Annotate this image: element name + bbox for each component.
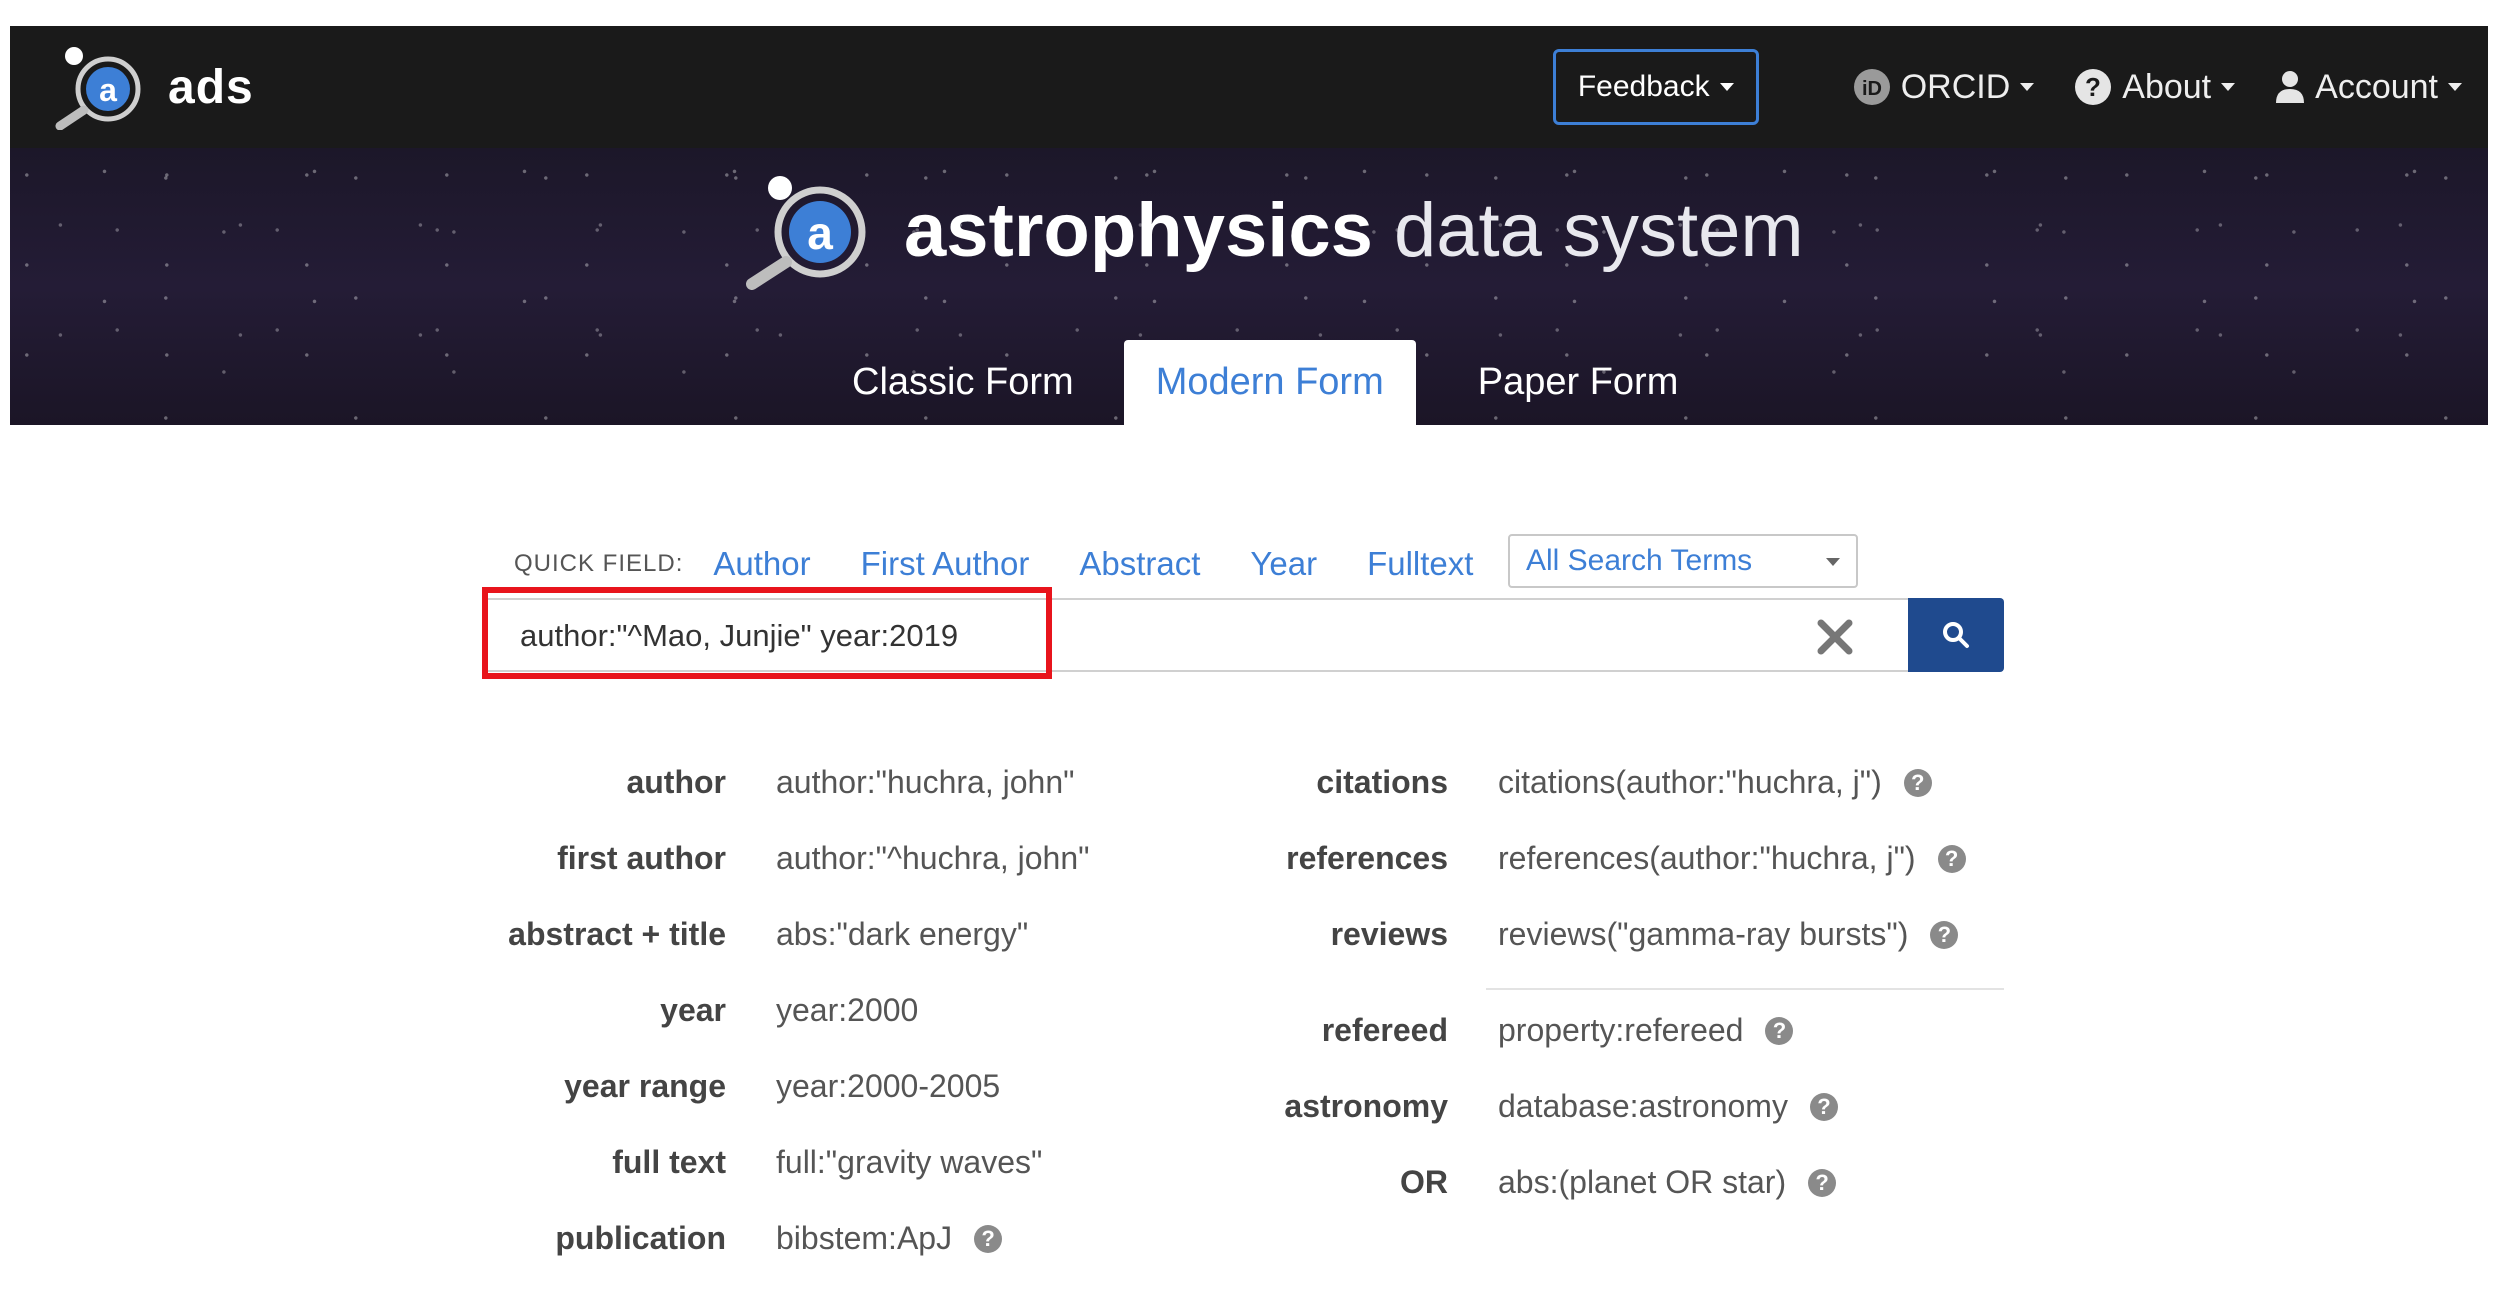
- hero-title-bold: astrophysics: [904, 187, 1373, 273]
- help-icon[interactable]: ?: [1808, 1168, 1837, 1197]
- tab-paper-form[interactable]: Paper Form: [1446, 340, 1711, 425]
- caret-down-icon: [2448, 83, 2462, 91]
- example-label: references: [1286, 840, 1448, 876]
- svg-text:a: a: [99, 72, 117, 108]
- clear-search-button[interactable]: [1808, 610, 1862, 664]
- hero-title: a astrophysics data system: [728, 170, 1804, 290]
- search-box: [486, 598, 1908, 672]
- example-value-text: property:refereed: [1498, 1012, 1744, 1048]
- orcid-icon: iD: [1853, 68, 1891, 106]
- example-value[interactable]: full:"gravity waves": [776, 1144, 1042, 1181]
- example-label: first author: [557, 840, 726, 876]
- hero-title-light: data system: [1394, 187, 1804, 273]
- example-value[interactable]: property:refereed?: [1498, 1012, 1794, 1049]
- example-value-text: abs:(planet OR star): [1498, 1164, 1787, 1200]
- example-label: publication: [555, 1220, 726, 1256]
- example-label: year range: [564, 1068, 726, 1104]
- example-label: reviews: [1330, 916, 1448, 952]
- question-circle-icon: ?: [2074, 68, 2112, 106]
- hero-banner: a astrophysics data system Classic Form …: [10, 148, 2488, 425]
- example-value-text: database:astronomy: [1498, 1088, 1788, 1124]
- example-value-text: author:"huchra, john": [776, 764, 1075, 800]
- feedback-label: Feedback: [1577, 70, 1710, 103]
- help-icon[interactable]: ?: [1903, 768, 1932, 797]
- brand-home-link[interactable]: a ads: [50, 44, 254, 130]
- brand-name: ads: [168, 60, 254, 114]
- caret-down-icon: [1719, 83, 1734, 91]
- form-tabs: Classic Form Modern Form Paper Form: [820, 340, 1710, 425]
- example-value-text: reviews("gamma-ray bursts"): [1498, 916, 1909, 952]
- quick-field-first-author[interactable]: First Author: [861, 545, 1030, 583]
- example-label: citations: [1316, 764, 1448, 800]
- quick-field-label: QUICK FIELD:: [514, 550, 684, 577]
- about-label: About: [2122, 67, 2212, 106]
- example-value-text: year:2000: [776, 992, 919, 1028]
- help-icon[interactable]: ?: [1937, 844, 1966, 873]
- example-value[interactable]: author:"^huchra, john": [776, 840, 1089, 877]
- help-icon[interactable]: ?: [1809, 1092, 1838, 1121]
- svg-text:iD: iD: [1862, 78, 1882, 100]
- example-value-text: author:"^huchra, john": [776, 840, 1090, 876]
- quick-field-fulltext[interactable]: Fulltext: [1367, 545, 1473, 583]
- example-value[interactable]: year:2000: [776, 992, 918, 1029]
- quick-field-author[interactable]: Author: [713, 545, 810, 583]
- example-value[interactable]: citations(author:"huchra, j")?: [1498, 764, 1932, 801]
- example-value[interactable]: database:astronomy?: [1498, 1088, 1838, 1125]
- example-value-text: year:2000-2005: [776, 1068, 1001, 1104]
- tab-classic-form[interactable]: Classic Form: [820, 340, 1106, 425]
- example-value[interactable]: abs:(planet OR star)?: [1498, 1164, 1837, 1201]
- example-value[interactable]: author:"huchra, john": [776, 764, 1074, 801]
- search-terms-select-value: All Search Terms: [1526, 544, 1753, 577]
- example-value-text: references(author:"huchra, j"): [1498, 840, 1916, 876]
- example-value[interactable]: bibstem:ApJ?: [776, 1220, 1003, 1257]
- svg-text:a: a: [807, 207, 833, 259]
- user-icon: [2275, 70, 2305, 104]
- example-value[interactable]: abs:"dark energy": [776, 916, 1028, 953]
- orcid-dropdown[interactable]: iD ORCID: [1853, 68, 2035, 107]
- quick-field-abstract[interactable]: Abstract: [1079, 545, 1200, 583]
- examples-divider: [1486, 988, 2004, 990]
- tab-modern-form[interactable]: Modern Form: [1123, 340, 1416, 425]
- orcid-label: ORCID: [1900, 67, 2011, 106]
- example-label: full text: [612, 1144, 726, 1180]
- account-label: Account: [2315, 67, 2438, 106]
- example-value-text: bibstem:ApJ: [776, 1220, 953, 1256]
- help-icon[interactable]: ?: [1765, 1016, 1794, 1045]
- help-icon[interactable]: ?: [974, 1224, 1003, 1253]
- example-value-text: full:"gravity waves": [776, 1144, 1043, 1180]
- caret-down-icon: [2020, 83, 2035, 91]
- example-label: year: [660, 992, 726, 1028]
- example-label: abstract + title: [508, 916, 726, 952]
- example-value[interactable]: year:2000-2005: [776, 1068, 1000, 1105]
- example-label: author: [626, 764, 726, 800]
- chevron-down-icon: [1826, 558, 1840, 566]
- search-button[interactable]: [1908, 598, 2004, 672]
- example-value-text: citations(author:"huchra, j"): [1498, 764, 1882, 800]
- search-terms-select[interactable]: All Search Terms: [1508, 534, 1858, 588]
- account-dropdown[interactable]: Account: [2275, 68, 2462, 107]
- feedback-dropdown-button[interactable]: Feedback: [1552, 49, 1759, 125]
- example-value-text: abs:"dark energy": [776, 916, 1029, 952]
- svg-text:?: ?: [2085, 72, 2101, 102]
- example-label: OR: [1400, 1164, 1448, 1200]
- search-input[interactable]: [518, 600, 1722, 672]
- example-label: refereed: [1321, 1012, 1448, 1048]
- example-value[interactable]: reviews("gamma-ray bursts")?: [1498, 916, 1959, 953]
- example-value[interactable]: references(author:"huchra, j")?: [1498, 840, 1966, 877]
- help-icon[interactable]: ?: [1930, 920, 1959, 949]
- top-navbar: a ads Feedback iD ORCID ? About Account: [10, 26, 2488, 148]
- caret-down-icon: [2221, 83, 2236, 91]
- quick-field-year[interactable]: Year: [1250, 545, 1317, 583]
- close-icon: [1817, 619, 1853, 655]
- ads-logo-icon: a: [55, 47, 141, 130]
- ads-logo-large-icon: a: [746, 176, 866, 290]
- example-label: astronomy: [1284, 1088, 1448, 1124]
- quick-field-bar: QUICK FIELD: Author First Author Abstrac…: [514, 534, 1523, 594]
- search-icon: [1943, 622, 1969, 648]
- about-dropdown[interactable]: ? About: [2074, 67, 2236, 107]
